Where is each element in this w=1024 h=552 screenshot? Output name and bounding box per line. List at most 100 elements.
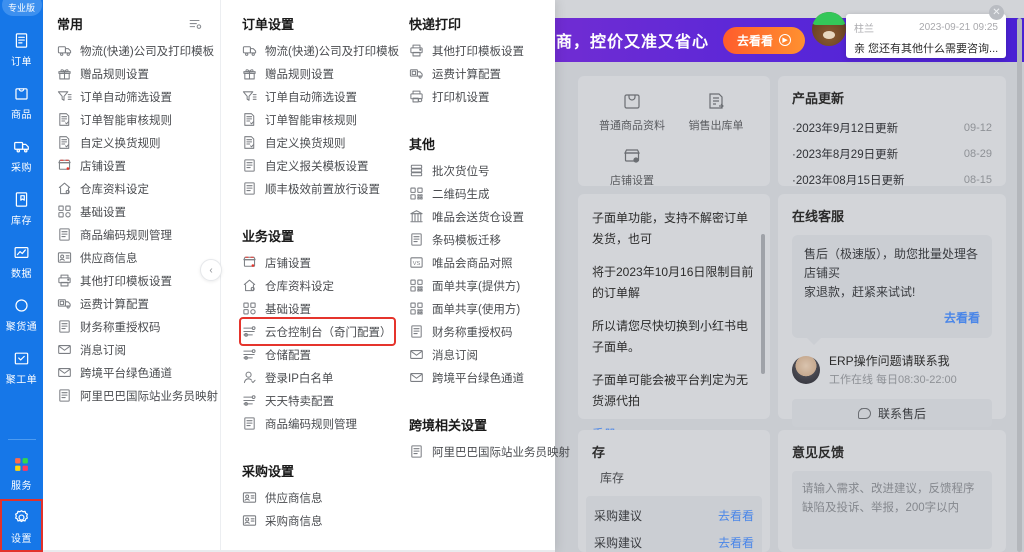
collapse-panel-button[interactable]: ‹ — [200, 259, 222, 281]
menu-item[interactable]: 赠品规则设置 — [57, 62, 212, 85]
menu-item[interactable]: 自定义换货规则 — [242, 131, 393, 154]
quick-tile[interactable]: 普通商品资料 — [590, 88, 674, 133]
close-icon[interactable]: ✕ — [989, 5, 1004, 20]
menu-item[interactable]: 跨境平台绿色通道 — [409, 366, 555, 389]
qr-icon — [409, 278, 424, 293]
menu-item[interactable]: 仓储配置 — [242, 343, 393, 366]
menu-item[interactable]: 消息订阅 — [409, 343, 555, 366]
dog-avatar — [812, 12, 846, 46]
list-settings-icon[interactable] — [188, 17, 202, 31]
gift-icon — [242, 66, 257, 81]
list-item[interactable]: ·2023年08月15日更新 08-15 — [792, 167, 992, 193]
chat-toast[interactable]: 柱兰 2023-09-21 09:25 亲 您还有其他什么需要咨询... — [846, 14, 1006, 58]
menu-item[interactable]: 消息订阅 — [57, 338, 212, 361]
menu-item[interactable]: 自定义换货规则 — [57, 131, 212, 154]
menu-item[interactable]: 财务称重授权码 — [57, 315, 212, 338]
rail-item-label: 服务 — [11, 481, 32, 492]
rail-bottom-item-1[interactable]: 设置 — [0, 499, 43, 552]
menu-item[interactable]: 阿里巴巴国际站业务员映射 — [57, 384, 218, 407]
mail-icon — [409, 370, 424, 385]
mail-icon — [57, 365, 72, 380]
menu-item[interactable]: 顺丰极效前置放行设置 — [242, 177, 393, 200]
menu-item-label: 供应商信息 — [265, 492, 323, 505]
menu-item-label: 商品编码规则管理 — [80, 229, 172, 242]
menu-item[interactable]: 店铺设置 — [242, 251, 393, 274]
quick-tile[interactable]: 销售出库单 — [674, 88, 758, 133]
menu-item[interactable]: 订单自动筛选设置 — [242, 85, 393, 108]
menu-item[interactable]: 其他打印模板设置 — [57, 269, 212, 292]
menu-item[interactable]: 物流(快递)公司及打印模板 — [57, 39, 215, 62]
menu-item[interactable]: 仓库资料设定 — [242, 274, 393, 297]
menu-item[interactable]: 天天特卖配置 — [242, 389, 393, 412]
rail-item-0[interactable]: 订单 — [0, 22, 43, 75]
banner-cta-button[interactable]: 去看看 ▶ — [723, 26, 806, 54]
menu-item[interactable]: 面单共享(提供方) — [409, 274, 555, 297]
list-item[interactable]: ·2023年9月12日更新 09-12 — [792, 115, 992, 141]
inventory-row-label: 采购建议 — [594, 536, 643, 550]
menu-item-label: 面单共享(提供方) — [432, 280, 521, 293]
menu-item[interactable]: 其他打印模板设置 — [409, 39, 555, 62]
quick-tile-label: 店铺设置 — [610, 175, 654, 187]
menu-item[interactable]: VS 唯品会商品对照 — [409, 251, 555, 274]
rail-item-label: 商品 — [11, 110, 32, 121]
list-item[interactable]: ·2023年8月29日更新 08-29 — [792, 141, 992, 167]
menu-item-label: 订单智能审核规则 — [80, 114, 172, 127]
menu-item[interactable]: 阿里巴巴国际站业务员映射 — [409, 440, 570, 463]
menu-item[interactable]: 面单共享(使用方) — [409, 297, 555, 320]
inventory-row-action[interactable]: 去看看 — [718, 507, 754, 524]
menu-item[interactable]: 打印机设置 — [409, 85, 555, 108]
menu-item[interactable]: 订单自动筛选设置 — [57, 85, 212, 108]
inventory-tab[interactable]: 库存 — [578, 461, 770, 486]
menu-item[interactable]: 商品编码规则管理 — [57, 223, 212, 246]
version-badge: 专业版 — [1, 0, 42, 16]
notice-scrollbar[interactable] — [761, 234, 765, 374]
quick-tile[interactable]: 店铺设置 — [590, 143, 674, 188]
inventory-row-action[interactable]: 去看看 — [718, 534, 754, 551]
product-updates-title: 产品更新 — [792, 91, 845, 106]
rail-item-2[interactable]: 采购 — [0, 128, 43, 181]
menu-item[interactable]: 跨境平台绿色通道 — [57, 361, 212, 384]
menu-item[interactable]: 运费计算配置 — [57, 292, 212, 315]
chart-icon — [0, 243, 43, 262]
column3-groups: 快递打印 其他打印模板设置 运费计算配置 打印机设置 其他 批次货位号 二维码生成 唯品会送货… — [409, 14, 570, 463]
menu-item[interactable]: 云仓控制台（奇门配置） — [239, 317, 396, 346]
contact-support-button[interactable]: 联系售后 — [792, 399, 992, 427]
menu-item[interactable]: 物流(快递)公司及打印模板 — [242, 39, 399, 62]
menu-item[interactable]: 采购商信息 — [242, 509, 393, 532]
rail-item-6[interactable]: 聚工单 — [0, 340, 43, 393]
menu-item[interactable]: 订单智能审核规则 — [242, 108, 393, 131]
menu-item[interactable]: 店铺设置 — [57, 154, 212, 177]
menu-item[interactable]: 条码模板迁移 — [409, 228, 555, 251]
rail-item-4[interactable]: 数据 — [0, 234, 43, 287]
ticket-icon — [0, 349, 43, 368]
menu-item[interactable]: 运费计算配置 — [409, 62, 555, 85]
rail-item-3[interactable]: 库存 — [0, 181, 43, 234]
chat-message: 亲 您还有其他什么需要咨询... — [854, 43, 998, 55]
menu-item[interactable]: 二维码生成 — [409, 182, 555, 205]
menu-item[interactable]: 供应商信息 — [242, 486, 393, 509]
menu-item[interactable]: 赠品规则设置 — [242, 62, 393, 85]
bubble-line-1: 售后（极速版），助您批量处理各店铺买 — [804, 247, 979, 280]
menu-item[interactable]: 财务称重授权码 — [409, 320, 555, 343]
menu-item[interactable]: 批次货位号 — [409, 159, 555, 182]
feedback-input[interactable]: 请输入需求、改进建议，反馈程序缺陷及投诉、举报，200字以内 — [792, 471, 992, 549]
menu-item[interactable]: 自定义报关模板设置 — [242, 154, 393, 177]
rail-bottom-item-0[interactable]: 服务 — [0, 446, 43, 499]
menu-item[interactable]: 唯品会送货仓设置 — [409, 205, 555, 228]
menu-item[interactable]: 登录IP白名单 — [242, 366, 393, 389]
menu-item[interactable]: 商品编码规则管理 — [242, 412, 393, 435]
truck-icon — [57, 43, 72, 58]
menu-item[interactable]: 基础设置 — [242, 297, 393, 320]
menu-item[interactable]: 供应商信息 — [57, 246, 212, 269]
menu-item[interactable]: 仓库资料设定 — [57, 177, 212, 200]
column2-groups: 订单设置 物流(快递)公司及打印模板 赠品规则设置 订单自动筛选设置 订单智能审核规则自… — [239, 14, 399, 532]
menu-item[interactable]: 订单智能审核规则 — [57, 108, 212, 131]
rail-item-5[interactable]: 聚货通 — [0, 287, 43, 340]
bubble-link[interactable]: 去看看 — [804, 309, 980, 328]
group-title: 采购设置 — [242, 464, 295, 479]
rail-item-1[interactable]: 商品 — [0, 75, 43, 128]
menu-item[interactable]: 基础设置 — [57, 200, 212, 223]
menu-item-label: 物流(快递)公司及打印模板 — [80, 45, 215, 58]
page-scrollbar[interactable] — [1017, 18, 1022, 552]
